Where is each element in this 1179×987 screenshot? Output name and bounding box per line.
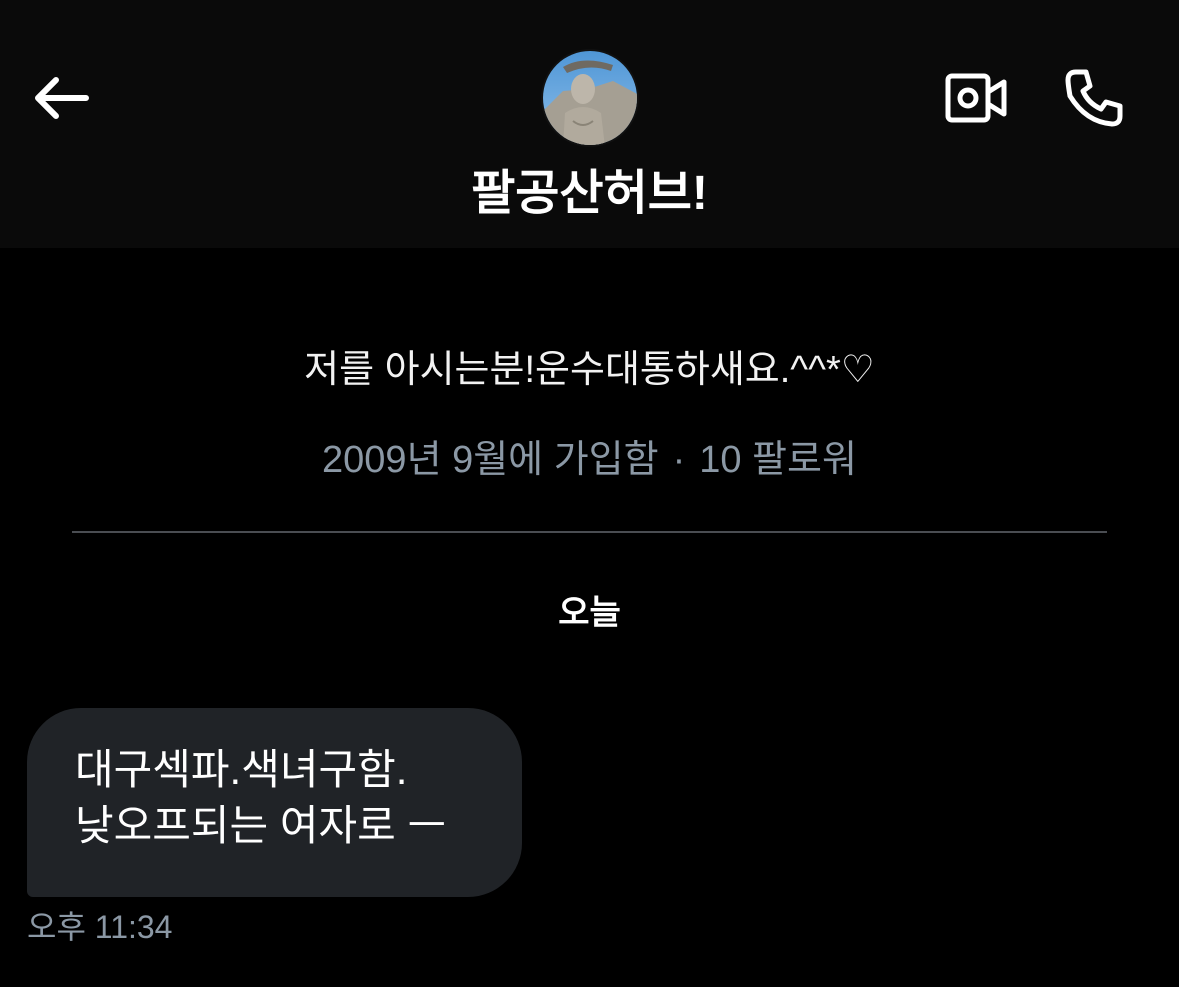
avatar[interactable] [541,49,639,147]
divider [72,531,1107,533]
phone-call-button[interactable] [1058,62,1130,134]
video-call-icon [945,73,1007,123]
received-message-bubble[interactable]: 대구섹파.색녀구함. 낮오프되는 여자로 ㅡ [27,708,522,897]
meta-separator: · [672,439,686,481]
conversation-title[interactable]: 팔공산허브! [0,164,1179,224]
joined-date: 2009년 9월에 가입함 [322,439,659,481]
avatar-image [543,51,637,145]
dm-conversation-screen: 팔공산허브! 저를 아시는분!운수대통하새요.^^*♡ 2009년 9월에 가입… [0,0,1179,987]
message-text-line: 낮오프되는 여자로 ㅡ [75,802,447,849]
arrow-left-icon [35,77,89,119]
date-separator: 오늘 [558,594,621,632]
message-text-line: 대구섹파.색녀구함. [75,746,408,793]
message-timestamp: 오후 11:34 [27,909,173,945]
profile-bio: 저를 아시는분!운수대통하새요.^^*♡ [304,349,875,391]
followers-count[interactable]: 10 팔로워 [699,439,857,481]
video-call-button[interactable] [940,66,1012,130]
back-button[interactable] [28,68,94,128]
profile-meta: 2009년 9월에 가입함 · 10 팔로워 [0,432,1179,488]
phone-icon [1065,69,1123,127]
conversation-header: 팔공산허브! [0,0,1179,248]
